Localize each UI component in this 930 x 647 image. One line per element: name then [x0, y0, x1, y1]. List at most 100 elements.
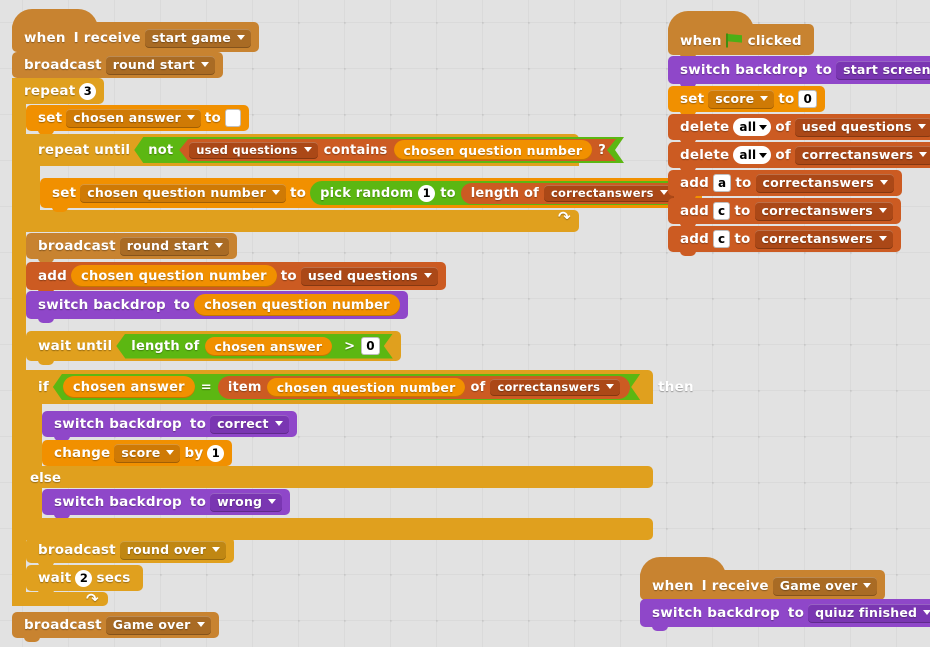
block-delete-all-used-questions[interactable]: delete all of used questions [668, 114, 930, 144]
block-set-score-0[interactable]: set score to 0 [668, 86, 826, 116]
block-switch-backdrop-start-screen[interactable]: switch backdrop to start screen [668, 56, 930, 88]
chevron-down-icon [917, 124, 926, 129]
wait-seconds-input[interactable]: 2 [75, 569, 93, 587]
secs-label: secs [96, 570, 131, 586]
reporter-chosen-answer[interactable]: chosen answer [205, 337, 333, 356]
switch-to-label-5: to [787, 605, 805, 621]
backdrop-dropdown-start-screen[interactable]: start screen [836, 60, 930, 80]
chevron-down-icon [214, 243, 223, 248]
backdrop-dropdown-correct[interactable]: correct [210, 414, 289, 434]
script-canvas[interactable]: when I receive start game broadcast roun… [0, 0, 930, 647]
chevron-down-icon [268, 499, 277, 504]
list-value-9: correctanswers [761, 231, 873, 246]
block-wait-2-secs[interactable]: wait 2 secs [26, 565, 143, 595]
list-dropdown-correctanswers-2[interactable]: correctanswers [490, 379, 620, 396]
broadcast-message-dropdown-2[interactable]: round start [119, 236, 229, 256]
variable-dropdown-chosen-question-number[interactable]: chosen question number [80, 183, 286, 203]
block-add-c-to-correctanswers-1[interactable]: add c to correctanswers [668, 198, 901, 228]
reporter-pick-random[interactable]: pick random 1 to length of correctanswer… [310, 181, 694, 205]
variable-dropdown-chosen-answer[interactable]: chosen answer [66, 108, 201, 128]
delete-index-dropdown-1[interactable]: all [733, 118, 772, 136]
list-dropdown-correctanswers[interactable]: correctanswers [543, 184, 674, 202]
score-value-input[interactable]: 0 [798, 90, 818, 108]
hat-when-green-flag-clicked[interactable]: when clicked [668, 11, 814, 59]
variable-dropdown-score[interactable]: score [114, 443, 181, 463]
reporter-length-of-list[interactable]: length of correctanswers [460, 182, 684, 204]
delete-index-value: all [739, 120, 757, 134]
to-label: to [204, 110, 222, 126]
reporter-chosen-answer-2[interactable]: chosen answer [63, 376, 195, 398]
list-dropdown-used-questions-3[interactable]: used questions [794, 117, 930, 137]
broadcast-message-dropdown[interactable]: round start [105, 55, 215, 75]
boolean-list-contains[interactable]: used questions contains chosen question … [179, 139, 616, 161]
block-broadcast-round-over[interactable]: broadcast round over [26, 537, 235, 567]
repeat-times-input[interactable]: 3 [79, 82, 97, 100]
change-amount-input[interactable]: 1 [207, 444, 225, 462]
block-wait-until[interactable]: wait until length of chosen answer > 0 [26, 331, 401, 365]
hat-when-i-receive-game-over[interactable]: when I receive Game over [640, 557, 886, 604]
list-dropdown-correctanswers-6[interactable]: correctanswers [754, 229, 893, 249]
boolean-not[interactable]: not used questions contains chosen quest… [134, 137, 624, 163]
block-switch-backdrop-wrong[interactable]: switch backdrop to wrong [42, 489, 291, 519]
list-dropdown-used-questions[interactable]: used questions [189, 142, 317, 159]
message-dropdown-game-over[interactable]: Game over [772, 576, 878, 596]
broadcast-message-dropdown-4[interactable]: Game over [105, 615, 211, 635]
message-dropdown-start-game[interactable]: start game [144, 28, 251, 48]
reporter-chosen-question-number[interactable]: chosen question number [394, 140, 593, 160]
pick-random-from-input[interactable]: 1 [418, 184, 436, 202]
reporter-item-of-list[interactable]: item chosen question number of correctan… [218, 376, 630, 399]
by-label: by [184, 445, 204, 461]
broadcast-label-4: broadcast [24, 617, 102, 633]
broadcast-label: broadcast [24, 57, 102, 73]
block-switch-backdrop-question[interactable]: switch backdrop to chosen question numbe… [26, 291, 408, 323]
block-add-to-used-questions[interactable]: add chosen question number to used quest… [26, 262, 446, 294]
variable-value: chosen answer [73, 110, 181, 125]
hat-when-i-receive-start-game[interactable]: when I receive start game [12, 9, 259, 56]
block-delete-all-correctanswers[interactable]: delete all of correctanswers [668, 142, 930, 172]
block-switch-backdrop-quiz-finished[interactable]: switch backdrop to quiuz finished [640, 599, 930, 631]
block-repeat-until[interactable]: repeat until not used questions contains… [26, 134, 579, 166]
variable-dropdown-score-2[interactable]: score [708, 89, 775, 109]
to-label-3: to [778, 91, 795, 107]
block-broadcast-game-over[interactable]: broadcast Game over [12, 612, 219, 642]
block-add-c-to-correctanswers-2[interactable]: add c to correctanswers [668, 226, 901, 256]
add-value-input-1[interactable]: a [713, 174, 732, 192]
block-change-score-by-1[interactable]: change score by 1 [42, 440, 233, 470]
set-value-input[interactable] [225, 109, 242, 127]
list-value-2: correctanswers [550, 185, 654, 200]
add-to-label-4: to [734, 231, 751, 247]
delete-index-dropdown-2[interactable]: all [733, 146, 772, 164]
reporter-length-of-answer[interactable]: length of chosen answer [129, 336, 338, 357]
boolean-equals[interactable]: chosen answer = item chosen question num… [53, 374, 640, 400]
add-value-input-2[interactable]: c [713, 202, 731, 220]
block-broadcast-round-start-2[interactable]: broadcast round start [26, 233, 237, 263]
block-repeat-3[interactable]: repeat 3 [12, 78, 104, 104]
reporter-index[interactable]: chosen question number [267, 378, 466, 397]
list-dropdown-correctanswers-5[interactable]: correctanswers [754, 201, 893, 221]
block-add-a-to-correctanswers[interactable]: add a to correctanswers [668, 170, 902, 200]
not-label: not [148, 142, 174, 158]
message-value: start game [151, 30, 231, 45]
reporter-chosen-question-number-3[interactable]: chosen question number [194, 294, 400, 316]
block-set-chosen-answer[interactable]: set chosen answer to [26, 105, 250, 135]
boolean-greater-than[interactable]: length of chosen answer > 0 [116, 334, 393, 359]
list-dropdown-correctanswers-4[interactable]: correctanswers [755, 173, 894, 193]
compare-value-input[interactable]: 0 [361, 337, 380, 355]
broadcast-message-value-3: round over [126, 542, 207, 557]
backdrop-dropdown-quiz-finished[interactable]: quiuz finished [808, 603, 930, 623]
list-dropdown-used-questions-2[interactable]: used questions [300, 266, 438, 286]
block-broadcast-round-start-1[interactable]: broadcast round start [12, 52, 223, 82]
block-set-chosen-question-number[interactable]: set chosen question number to pick rando… [40, 178, 702, 212]
block-if-then[interactable]: if chosen answer = item chosen question … [26, 370, 694, 404]
variable-value-3: score [121, 445, 161, 460]
chevron-down-icon [186, 115, 195, 120]
broadcast-message-dropdown-3[interactable]: round over [119, 540, 227, 560]
switch-to-label: to [173, 297, 191, 313]
green-flag-svg [725, 33, 742, 48]
else-divider-bar [26, 466, 653, 488]
add-value-input-3[interactable]: c [713, 230, 731, 248]
block-switch-backdrop-correct[interactable]: switch backdrop to correct [42, 411, 297, 441]
list-dropdown-correctanswers-3[interactable]: correctanswers [794, 145, 930, 165]
backdrop-dropdown-wrong[interactable]: wrong [210, 492, 283, 512]
reporter-chosen-question-number-2[interactable]: chosen question number [71, 265, 277, 287]
